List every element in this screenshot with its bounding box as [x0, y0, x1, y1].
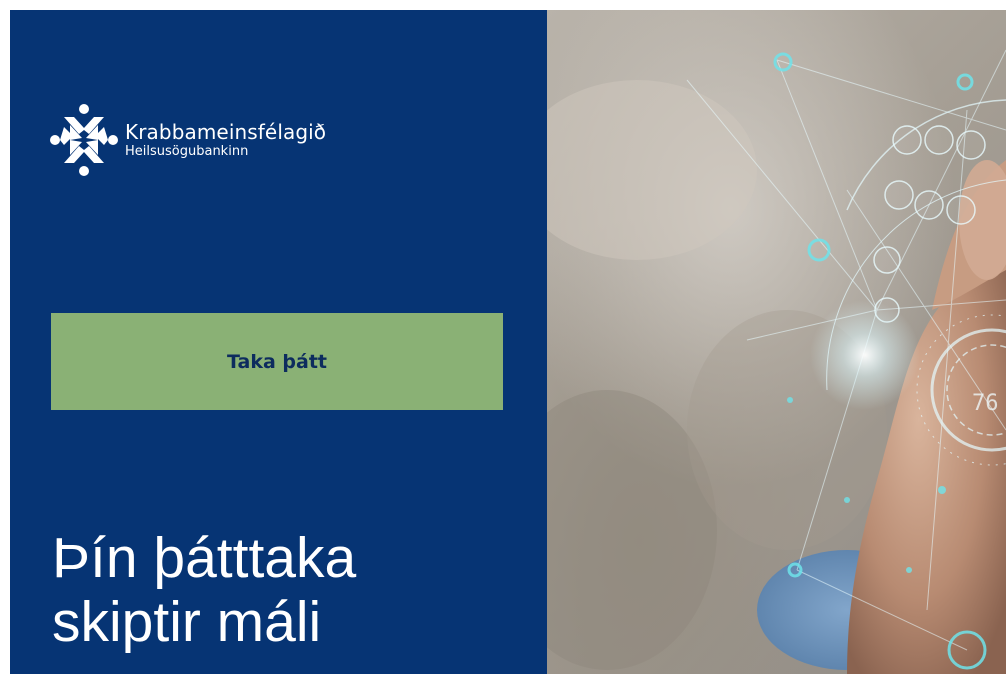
- headline-line-1: Þín þátttaka: [52, 526, 357, 590]
- landing-page: Krabbameinsfélagið Heilsusögubankinn Tak…: [0, 0, 1006, 674]
- intro-panel: Krabbameinsfélagið Heilsusögubankinn Tak…: [10, 10, 547, 674]
- hand-touching-digital-network-photo: 76: [547, 49, 1006, 674]
- headline-line-2: skiptir máli: [52, 590, 322, 654]
- hud-readout: 76: [972, 391, 999, 416]
- join-button-label: Taka þátt: [227, 350, 327, 373]
- krabbameinsfelagid-logo-icon: [50, 104, 118, 176]
- hero-image: 76: [547, 10, 1006, 674]
- brand-name: Krabbameinsfélagið: [125, 120, 327, 144]
- brand-logo[interactable]: Krabbameinsfélagið Heilsusögubankinn: [50, 103, 326, 177]
- page-headline: Þín þátttaka skiptir máli: [52, 526, 356, 654]
- join-button[interactable]: Taka þátt: [51, 313, 503, 410]
- brand-text: Krabbameinsfélagið Heilsusögubankinn: [125, 121, 326, 159]
- brand-subtitle: Heilsusögubankinn: [125, 144, 249, 159]
